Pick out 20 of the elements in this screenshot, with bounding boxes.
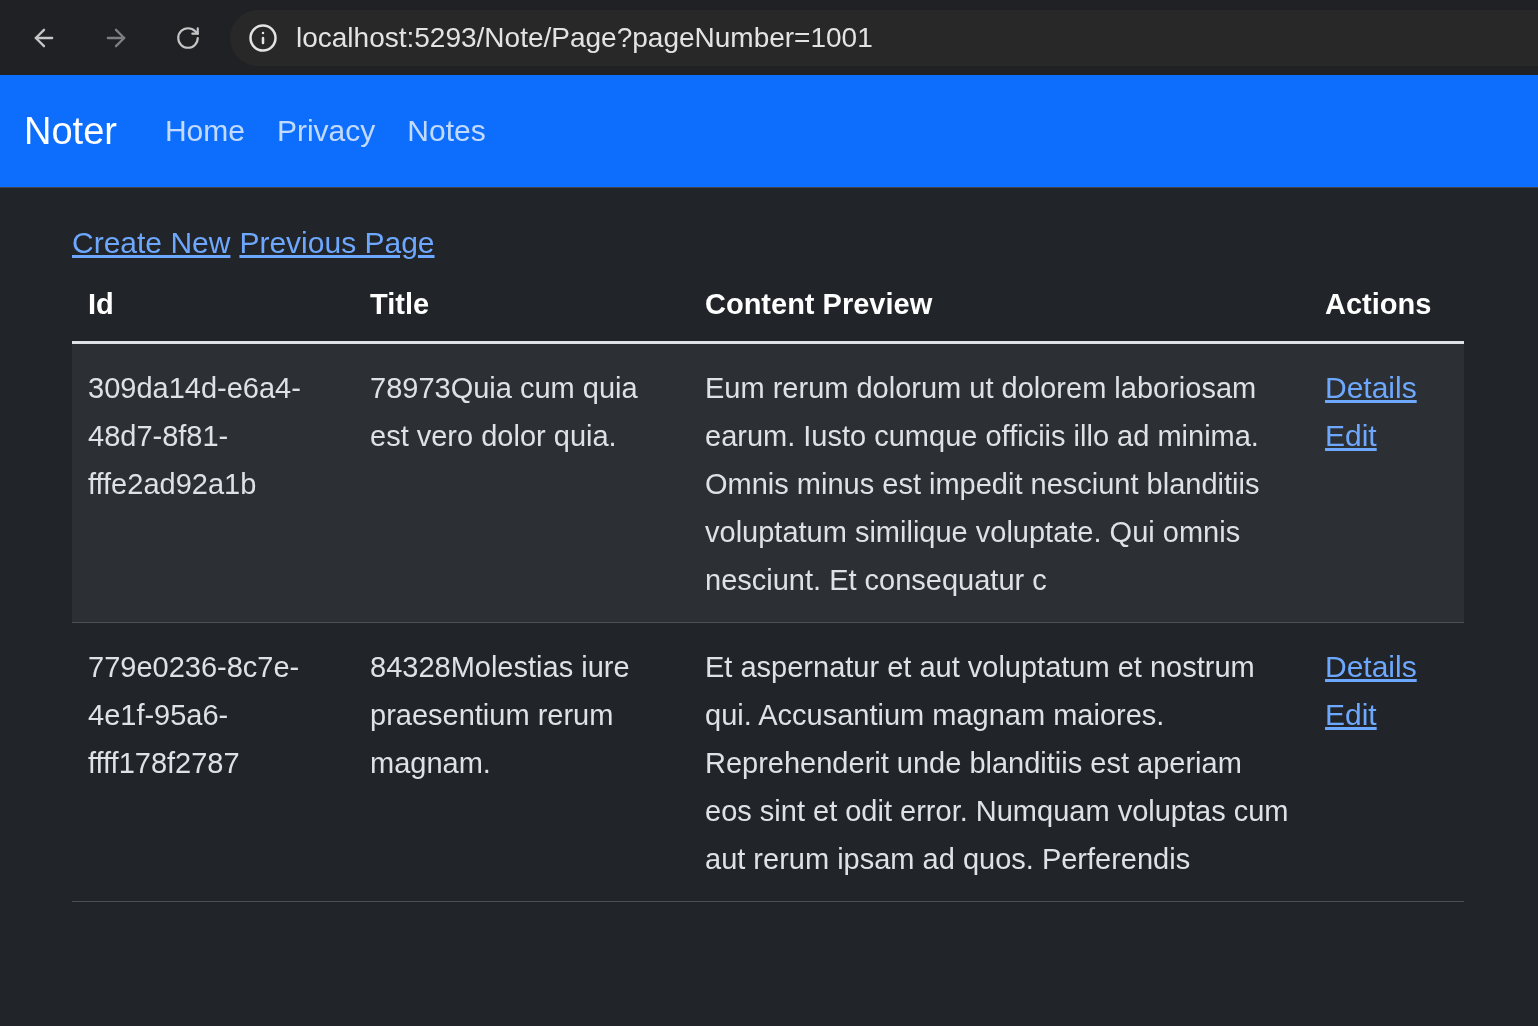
action-link[interactable]: Edit: [1325, 698, 1377, 731]
nav-link[interactable]: Notes: [407, 114, 486, 148]
page-link[interactable]: Create New: [72, 226, 231, 260]
reload-icon[interactable]: [175, 24, 201, 51]
title-cell: 84328Molestias iure praesentium rerum magnam.: [354, 622, 689, 902]
action-link[interactable]: Details: [1325, 371, 1417, 404]
id-cell: 309da14d-e6a4-48d7-8f81-fffe2ad92a1b: [72, 342, 354, 623]
id-cell: 779e0236-8c7e-4e1f-95a6-ffff178f2787: [72, 622, 354, 902]
address-bar[interactable]: localhost:5293/Note/Page?pageNumber=1001: [230, 9, 1538, 66]
action-link[interactable]: Details: [1325, 650, 1417, 683]
action-link[interactable]: Edit: [1325, 419, 1377, 452]
title-cell: 78973Quia cum quia est vero dolor quia.: [354, 342, 689, 623]
brand-link[interactable]: Noter: [24, 109, 117, 153]
nav-link[interactable]: Home: [164, 114, 245, 148]
url-text: localhost:5293/Note/Page?pageNumber=1001: [296, 21, 873, 54]
page-link[interactable]: Previous Page: [239, 226, 435, 260]
content-cell: Et aspernatur et aut voluptatum et nostrum qui. Accusantium magnam maiores. Reprehenderit unde blanditiis est aperiam eos sint et odit error. Numquam voluptas cum aut rerum ipsam ad quos. Perferendis: [689, 622, 1309, 902]
nav-link[interactable]: Privacy: [276, 114, 376, 148]
content-cell: Eum rerum dolorum ut dolorem laboriosam earum. Iusto cumque officiis illo ad minima. Omnis minus est impedit nesciunt blanditiis voluptatum similique voluptate. Qui omnis nesciunt. Et consequatur c: [689, 342, 1309, 623]
info-icon[interactable]: [248, 22, 278, 53]
